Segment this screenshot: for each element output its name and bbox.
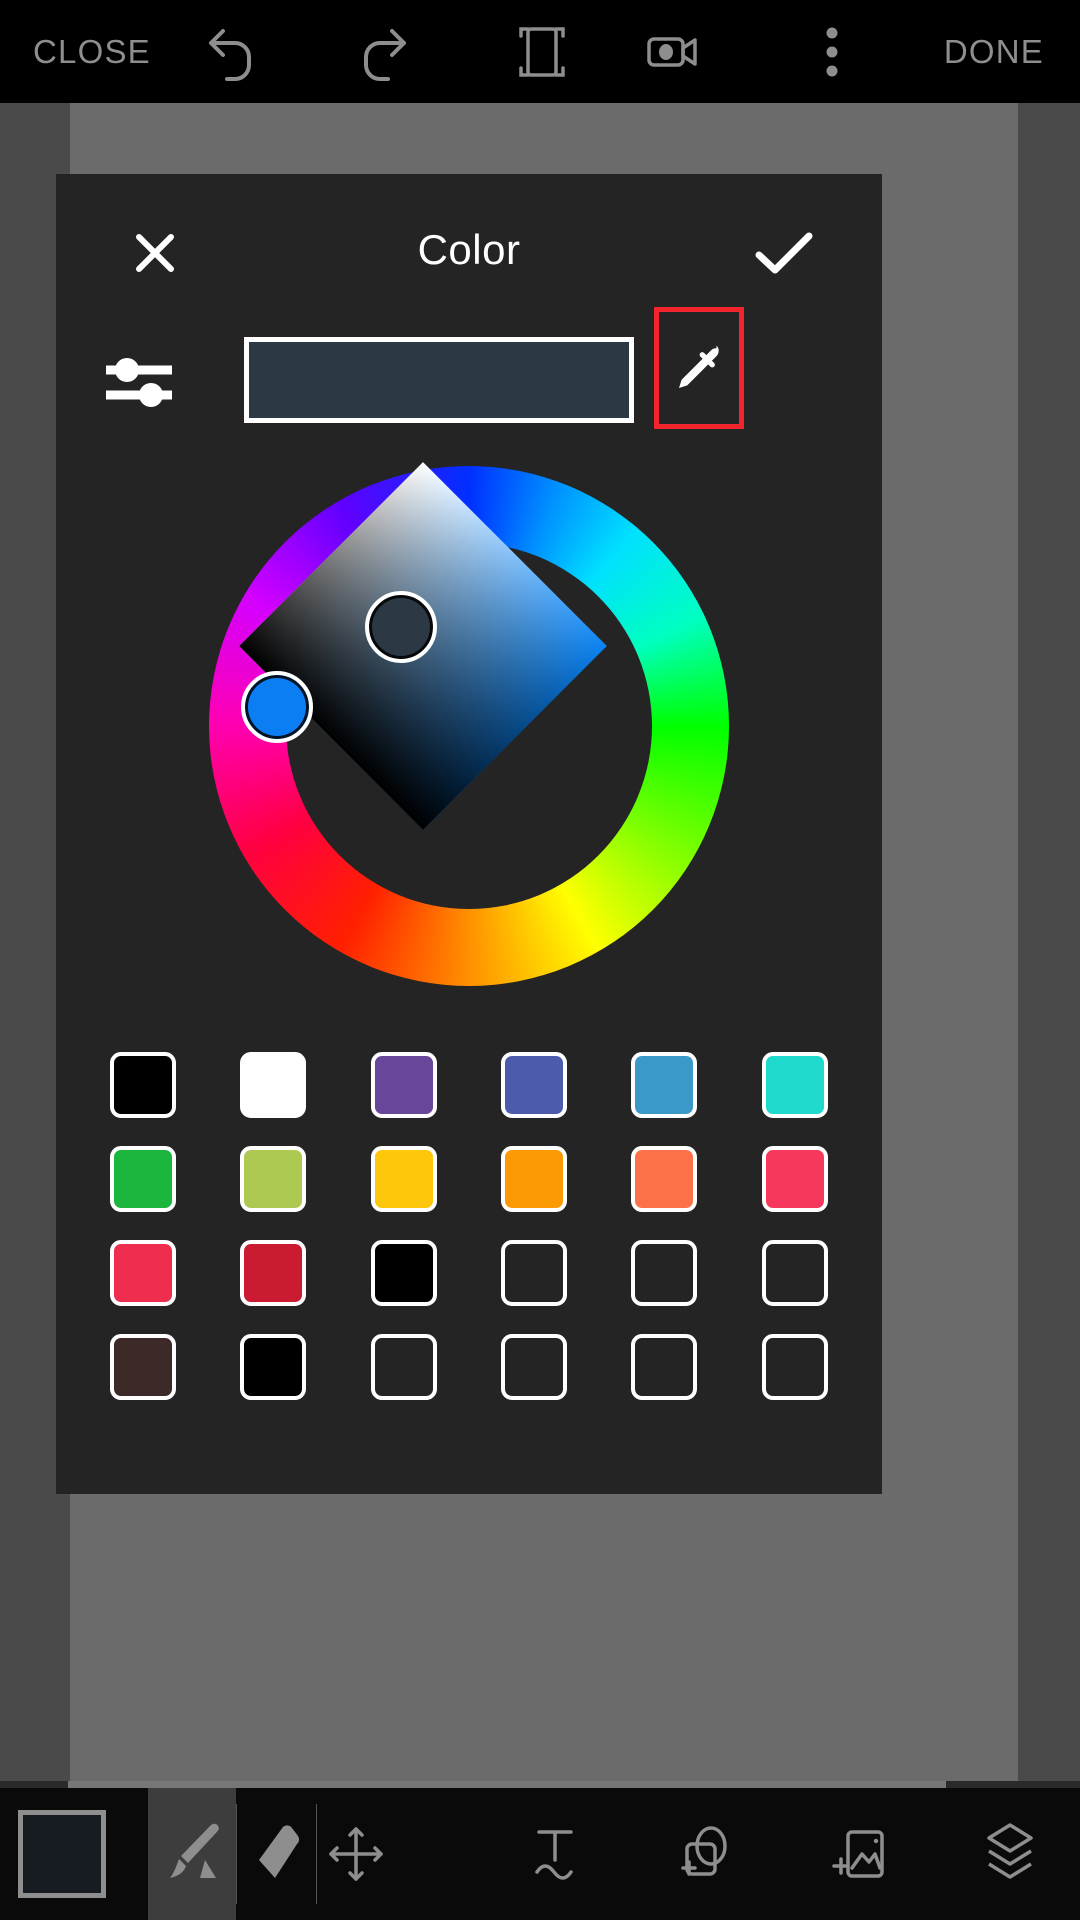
color-dialog: Color (56, 174, 882, 1494)
text-tool[interactable] (500, 1788, 610, 1920)
swatch-empty-3[interactable] (761, 1240, 828, 1306)
crop-frame-icon[interactable] (508, 18, 576, 86)
swatch-empty-1[interactable] (501, 1240, 568, 1306)
top-toolbar: CLOSE DONE (0, 0, 1080, 103)
hue-selector-handle[interactable] (241, 671, 313, 743)
swatch-indigo[interactable] (501, 1052, 568, 1118)
swatch-empty-6[interactable] (631, 1334, 698, 1400)
checkmark-icon[interactable] (748, 222, 820, 284)
swatch-dark-brown[interactable] (110, 1334, 177, 1400)
swatch-black-2[interactable] (370, 1240, 437, 1306)
swatch-white[interactable] (240, 1052, 307, 1118)
horizontal-scrollbar-track[interactable] (0, 1781, 1080, 1788)
bottom-toolbar (0, 1788, 1080, 1920)
horizontal-scrollbar-thumb[interactable] (68, 1781, 946, 1788)
swatch-crimson[interactable] (240, 1240, 307, 1306)
swatch-black[interactable] (110, 1052, 177, 1118)
swatch-lime[interactable] (240, 1146, 307, 1212)
swatch-palette (56, 1052, 882, 1400)
overflow-menu-icon[interactable] (798, 18, 866, 86)
done-button[interactable]: DONE (944, 33, 1044, 71)
swatch-blue[interactable] (631, 1052, 698, 1118)
camera-video-icon[interactable] (638, 18, 706, 86)
swatch-empty-2[interactable] (631, 1240, 698, 1306)
swatch-purple[interactable] (370, 1052, 437, 1118)
canvas-area[interactable]: Color (0, 103, 1080, 1788)
color-preview-row (56, 307, 882, 444)
add-image-tool[interactable] (805, 1788, 915, 1920)
app-root: CLOSE DONE Color (0, 0, 1080, 1920)
sliders-icon[interactable] (94, 341, 184, 423)
swatch-empty-4[interactable] (370, 1334, 437, 1400)
sv-selector-handle[interactable] (365, 591, 437, 663)
swatch-green[interactable] (110, 1146, 177, 1212)
swatch-yellow[interactable] (370, 1146, 437, 1212)
color-wheel[interactable] (209, 462, 729, 986)
eyedropper-highlight-box[interactable] (654, 307, 744, 429)
add-shape-tool[interactable] (650, 1788, 760, 1920)
brush-tool[interactable] (148, 1788, 236, 1920)
toolbar-divider-1 (236, 1804, 237, 1904)
swatch-orange[interactable] (501, 1146, 568, 1212)
color-swatch-button[interactable] (18, 1810, 106, 1898)
eraser-tool[interactable] (236, 1788, 316, 1920)
swatch-turquoise[interactable] (761, 1052, 828, 1118)
swatch-empty-5[interactable] (501, 1334, 568, 1400)
layers-tool[interactable] (955, 1788, 1065, 1920)
dialog-header: Color (56, 174, 882, 304)
swatch-empty-7[interactable] (761, 1334, 828, 1400)
swatch-pink-red[interactable] (761, 1146, 828, 1212)
undo-icon[interactable] (196, 18, 264, 86)
swatch-coral[interactable] (631, 1146, 698, 1212)
close-button[interactable]: CLOSE (33, 33, 151, 71)
swatch-red-pink[interactable] (110, 1240, 177, 1306)
swatch-black-3[interactable] (240, 1334, 307, 1400)
eyedropper-icon[interactable] (669, 338, 729, 398)
current-color-preview[interactable] (244, 337, 634, 423)
transform-tool[interactable] (316, 1788, 396, 1920)
redo-icon[interactable] (351, 18, 419, 86)
